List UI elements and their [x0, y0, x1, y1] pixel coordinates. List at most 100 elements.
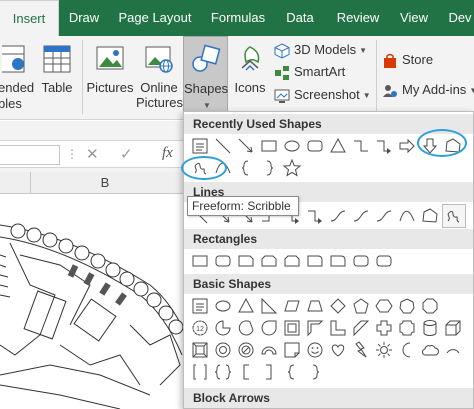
shape-pent-icon[interactable] [351, 296, 371, 316]
tab-developer[interactable]: Dev [440, 0, 474, 36]
shape-arrowline-icon[interactable] [236, 136, 256, 156]
online-pictures-button[interactable]: Online Pictures [136, 36, 183, 116]
shape-oval-icon[interactable] [282, 136, 302, 156]
shape-cube-icon[interactable] [443, 318, 463, 338]
cancel-entry-button[interactable]: ✕ [86, 145, 99, 163]
shape-lbracket-icon[interactable] [236, 362, 256, 382]
column-header-b[interactable]: B [30, 172, 180, 194]
column-header-row: B [0, 172, 190, 194]
shape-dbracket-icon[interactable] [190, 362, 210, 382]
shape-textbox-icon[interactable] [190, 136, 210, 156]
pictures-button[interactable]: Pictures [86, 36, 134, 116]
my-addins-button[interactable]: My Add-ins ▼ [382, 80, 474, 100]
floor-plan-image[interactable] [0, 195, 190, 409]
ribbon-separator [82, 40, 83, 114]
shape-chord-icon[interactable] [236, 318, 256, 338]
shape-trap-icon[interactable] [305, 296, 325, 316]
shape-can-icon[interactable] [420, 318, 440, 338]
shape-oct-icon[interactable] [420, 296, 440, 316]
shape-lbrace-icon[interactable] [236, 158, 256, 178]
shape-halfframe-icon[interactable] [305, 318, 325, 338]
shape-elbow-icon[interactable] [351, 136, 371, 156]
shape-curve-icon[interactable] [397, 206, 417, 226]
shape-rbrace-icon[interactable] [305, 362, 325, 382]
tab-insert[interactable]: Insert [0, 0, 59, 36]
shape-rect-icon[interactable] [259, 136, 279, 156]
shape-tear-icon[interactable] [259, 318, 279, 338]
shape-rrect-icon[interactable] [351, 251, 371, 271]
name-box[interactable] [0, 145, 60, 165]
shape-hept-icon[interactable] [397, 296, 417, 316]
shape-pie-icon[interactable] [213, 318, 233, 338]
shape-curvconn-icon[interactable] [351, 206, 371, 226]
confirm-entry-button[interactable]: ✓ [120, 145, 133, 163]
shape-rbrace-icon[interactable] [259, 158, 279, 178]
shape-dbrace-icon[interactable] [213, 362, 233, 382]
insert-function-button[interactable]: fx [162, 145, 173, 162]
smartart-button[interactable]: SmartArt [274, 62, 345, 82]
shape-bevel-icon[interactable] [190, 340, 210, 360]
shape-cross-icon[interactable] [374, 318, 394, 338]
shape-moon-icon[interactable] [397, 340, 417, 360]
shape-rarrow-icon[interactable] [397, 136, 417, 156]
highlight-scribble-shape [181, 156, 227, 180]
shape-dodec-icon[interactable]: 12 [190, 318, 210, 338]
shape-triangle-icon[interactable] [236, 296, 256, 316]
shape-textbox-icon[interactable] [190, 296, 210, 316]
shape-triangle-icon[interactable] [328, 136, 348, 156]
icons-button[interactable]: Icons [230, 36, 270, 116]
shape-freeform-icon[interactable] [420, 206, 440, 226]
shape-rtri-icon[interactable] [259, 296, 279, 316]
recommended-pivottables-button[interactable]: ended bles [0, 36, 38, 116]
shape-roundone-icon[interactable] [305, 251, 325, 271]
table-button[interactable]: Table [38, 36, 76, 116]
shape-diagstripe-icon[interactable] [351, 318, 371, 338]
shape-snip2-icon[interactable] [282, 251, 302, 271]
shape-frame-icon[interactable] [282, 318, 302, 338]
tab-view[interactable]: View [394, 0, 434, 36]
shape-rbracket-icon[interactable] [259, 362, 279, 382]
shape-elbowarrow-icon[interactable] [305, 206, 325, 226]
tab-formulas[interactable]: Formulas [204, 0, 272, 36]
tab-page-layout[interactable]: Page Layout [112, 0, 198, 36]
shapes-button[interactable]: Shapes ▼ [183, 36, 228, 112]
shape-bolt-icon[interactable] [351, 340, 371, 360]
shape-rrect-icon[interactable] [305, 136, 325, 156]
shape-lbrace-icon[interactable] [282, 362, 302, 382]
shape-sun-icon[interactable] [374, 340, 394, 360]
shape-arcshape-icon[interactable] [443, 340, 463, 360]
store-button[interactable]: Store [382, 50, 433, 70]
shape-roundone-icon[interactable] [328, 251, 348, 271]
shape-lshape-icon[interactable] [328, 318, 348, 338]
shape-nosym-icon[interactable] [236, 340, 256, 360]
section-rectangles: Rectangles [184, 229, 473, 249]
shape-snip-icon[interactable] [236, 251, 256, 271]
shape-para-icon[interactable] [282, 296, 302, 316]
screenshot-icon [274, 89, 290, 103]
my-addins-label: My Add-ins [402, 82, 467, 97]
shape-plaque-icon[interactable] [397, 318, 417, 338]
shape-diamond-icon[interactable] [328, 296, 348, 316]
shape-donut-icon[interactable] [213, 340, 233, 360]
shape-rrect-icon[interactable] [213, 251, 233, 271]
shape-smiley-icon[interactable] [305, 340, 325, 360]
shape-hex-icon[interactable] [374, 296, 394, 316]
shape-line-icon[interactable] [213, 136, 233, 156]
shape-folded-icon[interactable] [282, 340, 302, 360]
shape-oval-icon[interactable] [213, 296, 233, 316]
tab-draw[interactable]: Draw [62, 0, 106, 36]
3d-models-button[interactable]: 3D Models ▼ [274, 40, 367, 60]
shape-snip2-icon[interactable] [259, 251, 279, 271]
tab-data[interactable]: Data [280, 0, 320, 36]
shape-star-icon[interactable] [282, 158, 302, 178]
shape-rrect-icon[interactable] [374, 251, 394, 271]
shape-rect-icon[interactable] [190, 251, 210, 271]
tab-review[interactable]: Review [330, 0, 386, 36]
shape-cloud-icon[interactable] [420, 340, 440, 360]
shape-curvconn-icon[interactable] [374, 206, 394, 226]
shape-curvconn-icon[interactable] [328, 206, 348, 226]
shape-blockarc-icon[interactable] [259, 340, 279, 360]
screenshot-button[interactable]: Screenshot ▼ [274, 85, 371, 105]
shape-elbowarrow-icon[interactable] [374, 136, 394, 156]
shape-heart-icon[interactable] [328, 340, 348, 360]
